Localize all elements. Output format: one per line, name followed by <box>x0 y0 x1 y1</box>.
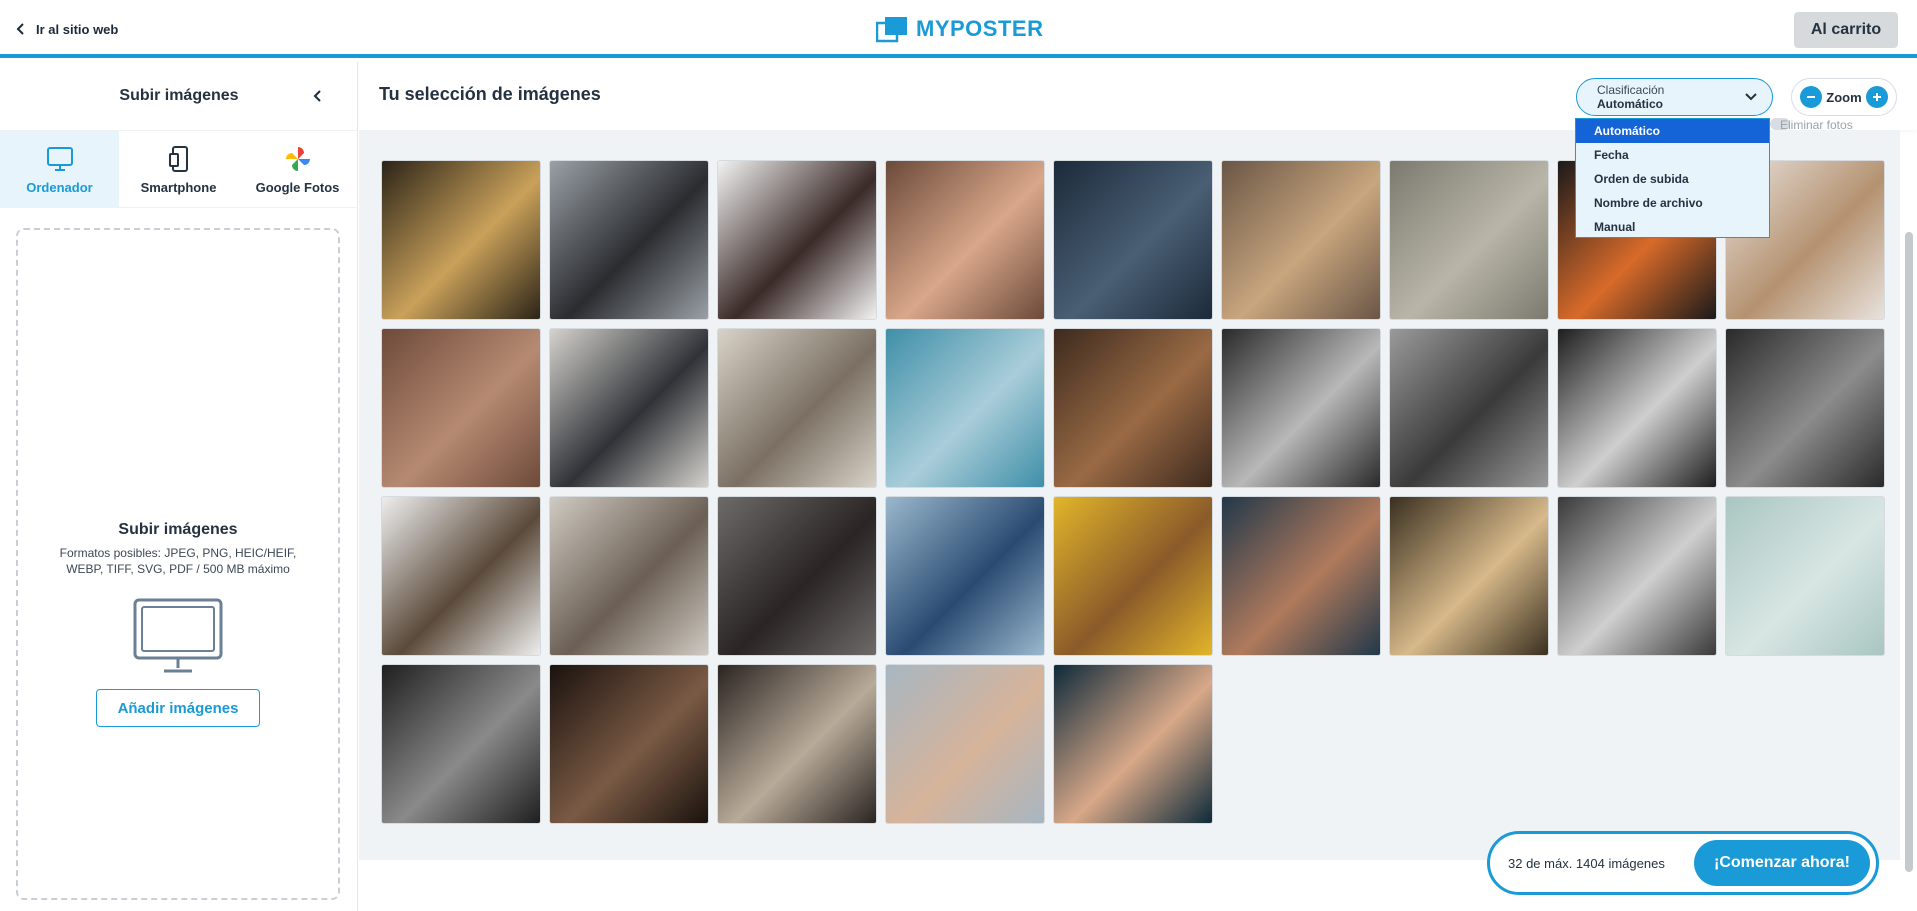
sort-option[interactable]: Fecha <box>1576 143 1769 167</box>
image-thumbnail-blurred-hand[interactable] <box>885 664 1045 824</box>
image-thumbnail-hand-in-water[interactable] <box>1053 664 1213 824</box>
monitor-icon <box>133 598 223 673</box>
image-thumbnail-hand-motorcycle[interactable] <box>381 664 541 824</box>
chevron-down-icon <box>1745 93 1757 101</box>
minus-icon <box>1807 96 1815 98</box>
image-thumbnail-dark-water[interactable] <box>1053 160 1213 320</box>
image-thumbnail-autumn-hills[interactable] <box>1053 328 1213 488</box>
image-thumbnail-woman-flower-bw[interactable] <box>1725 328 1885 488</box>
tab-smartphone-label: Smartphone <box>140 180 217 195</box>
tab-google-photos-label: Google Fotos <box>255 180 340 195</box>
image-thumbnail-couple-stairs[interactable] <box>549 496 709 656</box>
back-to-website-link[interactable]: Ir al sitio web <box>14 14 118 44</box>
tab-computer[interactable]: Ordenador <box>0 131 119 208</box>
top-bar: Ir al sitio web MYPOSTER Al carrito <box>0 0 1917 58</box>
chevron-left-icon <box>313 90 321 102</box>
sort-option[interactable]: Automático <box>1576 119 1769 143</box>
start-now-button[interactable]: ¡Comenzar ahora! <box>1694 840 1870 886</box>
image-thumbnail-newspaper-hand[interactable] <box>717 664 877 824</box>
sort-dropdown[interactable]: Clasificación Automático <box>1576 78 1773 116</box>
zoom-in-button[interactable] <box>1865 86 1888 108</box>
image-thumbnail-woman-floor[interactable] <box>717 496 877 656</box>
upload-source-tabs: Ordenador Smartphone Google Fotos <box>0 130 358 208</box>
upload-sidebar: Subir imágenes Ordenador Smartphone Goog… <box>0 62 358 911</box>
tab-computer-label: Ordenador <box>26 180 93 195</box>
zoom-control: Zoom <box>1791 78 1897 116</box>
logo-text: MYPOSTER <box>916 16 1044 41</box>
image-thumbnail-rock-texture[interactable] <box>1221 160 1381 320</box>
to-cart-button[interactable]: Al carrito <box>1794 12 1898 48</box>
image-count: 32 de máx. 1404 imágenes <box>1508 855 1665 871</box>
gallery-scrollbar[interactable] <box>1905 232 1913 872</box>
sort-option[interactable]: Orden de subida <box>1576 167 1769 191</box>
sort-option[interactable]: Nombre de archivo <box>1576 191 1769 215</box>
logo-mark-icon <box>876 17 907 43</box>
dropzone-title: Subir imágenes <box>118 521 238 538</box>
image-thumbnail-bokeh-lights[interactable] <box>381 160 541 320</box>
start-now-panel: 32 de máx. 1404 imágenes ¡Comenzar ahora… <box>1487 831 1879 895</box>
image-thumbnail-hands-flower[interactable] <box>549 664 709 824</box>
add-images-button[interactable]: Añadir imágenes <box>96 689 260 727</box>
image-grid <box>381 160 1885 824</box>
image-thumbnail-woman-bus-bw[interactable] <box>1557 496 1717 656</box>
image-thumbnail-palm-tree[interactable] <box>381 496 541 656</box>
chevron-left-icon <box>16 23 24 35</box>
image-thumbnail-polaroid-photos[interactable] <box>717 160 877 320</box>
image-thumbnail-moon[interactable] <box>885 328 1045 488</box>
image-thumbnail-blue-curtain-sofa[interactable] <box>885 496 1045 656</box>
smartphone-icon <box>168 146 188 172</box>
dropzone-formats: Formatos posibles: JPEG, PNG, HEIC/HEIF,… <box>59 546 297 576</box>
image-thumbnail-open-book[interactable] <box>717 328 877 488</box>
image-thumbnail-frost-grass[interactable] <box>1389 160 1549 320</box>
upload-dropzone[interactable]: Subir imágenes Formatos posibles: JPEG, … <box>16 228 340 900</box>
image-thumbnail-frosted-window[interactable] <box>885 160 1045 320</box>
back-link-label: Ir al sitio web <box>36 21 119 37</box>
image-thumbnail-bokeh-lights-2[interactable] <box>1389 496 1549 656</box>
image-gallery <box>359 130 1900 860</box>
plus-icon <box>1872 93 1881 101</box>
image-thumbnail-vintage-cameras[interactable] <box>549 160 709 320</box>
tab-smartphone[interactable]: Smartphone <box>119 131 238 208</box>
monitor-icon <box>46 147 73 171</box>
sort-option[interactable]: Manual <box>1576 215 1769 239</box>
image-thumbnail-swimmers-aerial[interactable] <box>1725 496 1885 656</box>
image-thumbnail-yellow-turban[interactable] <box>1053 496 1213 656</box>
sort-options-menu: Automático Fecha Orden de subida Nombre de … <box>1575 118 1770 238</box>
google-photos-icon <box>285 147 310 171</box>
collapse-sidebar-button[interactable] <box>306 84 330 108</box>
image-thumbnail-closed-eye[interactable] <box>381 328 541 488</box>
image-thumbnail-wave-bw[interactable] <box>1557 328 1717 488</box>
delete-photos-label: Eliminar fotos <box>1780 118 1853 132</box>
tab-google-photos[interactable]: Google Fotos <box>238 131 357 208</box>
zoom-label: Zoom <box>1826 89 1862 105</box>
zoom-out-button[interactable] <box>1800 86 1822 108</box>
page-title: Tu selección de imágenes <box>379 84 601 104</box>
myposter-logo[interactable]: MYPOSTER <box>876 13 1043 45</box>
image-thumbnail-sneakers[interactable] <box>549 328 709 488</box>
image-thumbnail-man-face-water[interactable] <box>1221 496 1381 656</box>
sidebar-title: Subir imágenes <box>119 87 239 104</box>
image-thumbnail-group-children-bw[interactable] <box>1221 328 1381 488</box>
image-thumbnail-coast-bw[interactable] <box>1389 328 1549 488</box>
